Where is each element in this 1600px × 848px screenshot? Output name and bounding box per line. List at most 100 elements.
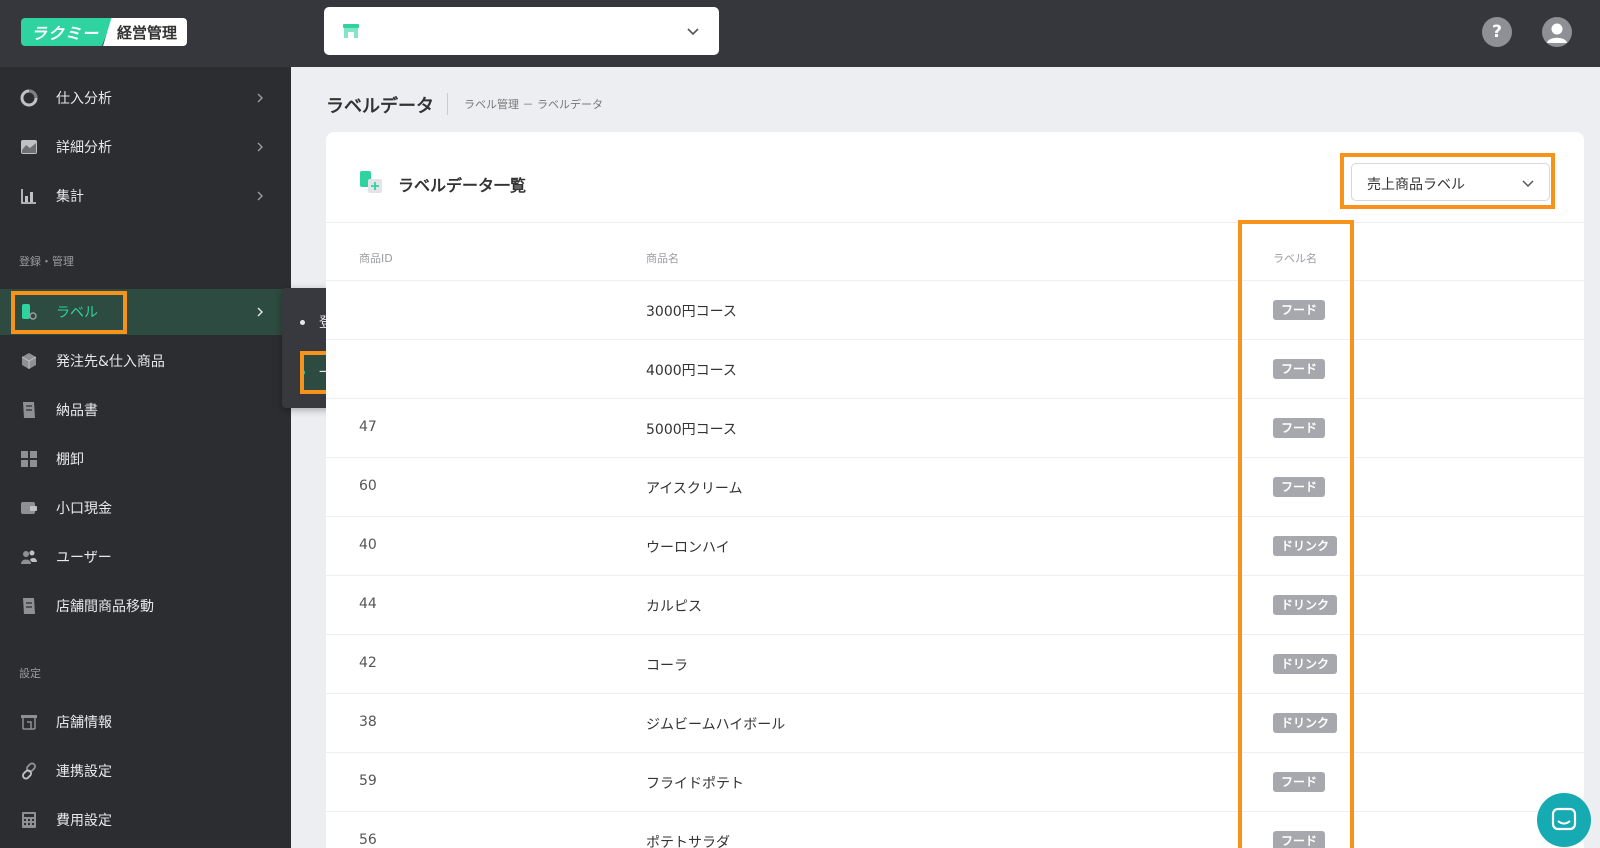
label-badge: ドリンク (1273, 713, 1338, 733)
user-avatar-icon[interactable] (1542, 17, 1572, 47)
receipt-icon (23, 402, 35, 418)
sidebar-item-detail-analysis[interactable]: 詳細分析 (0, 124, 291, 170)
cell-product-name: コーラ (646, 658, 688, 674)
chevron-right-icon (257, 93, 263, 103)
label-data-card: ラベルデータ一覧 売上商品ラベル 商品ID 商品名 ラベル名 3000円コース … (326, 132, 1584, 848)
cell-product-name: 4000円コース (646, 363, 737, 379)
cell-product-id: 42 (359, 655, 377, 671)
section-label-manage: 登録・管理 (19, 255, 74, 268)
chat-support-button[interactable] (1537, 793, 1591, 847)
sidebar-item-label: 発注先&仕入商品 (56, 354, 165, 370)
chevron-right-icon (257, 191, 263, 201)
chevron-down-icon (687, 28, 699, 36)
chevron-right-icon (257, 142, 263, 152)
sidebar-item-petty-cash[interactable]: 小口現金 (0, 485, 291, 531)
column-header-product-id[interactable]: 商品ID (359, 250, 393, 266)
pie-chart-icon (20, 89, 38, 107)
sidebar-item-label: 小口現金 (56, 501, 112, 517)
card-header: ラベルデータ一覧 売上商品ラベル (326, 132, 1584, 223)
cell-product-name: 5000円コース (646, 422, 737, 438)
sidebar-item-label: 店舗情報 (56, 715, 112, 731)
wallet-icon (21, 502, 37, 514)
chevron-down-icon (1522, 180, 1534, 188)
cell-product-id: 38 (359, 714, 377, 730)
sidebar-item-label: 費用設定 (56, 813, 112, 829)
sidebar-item-label: 棚卸 (56, 452, 84, 468)
table-row[interactable]: 3000円コース フード (326, 280, 1584, 339)
cell-product-name: ウーロンハイ (646, 540, 730, 556)
label-badge: フード (1273, 418, 1326, 438)
sidebar-item-summary[interactable]: 集計 (0, 173, 291, 219)
page-title: ラベルデータ (326, 96, 434, 117)
section-label-settings: 設定 (19, 667, 41, 680)
store-icon (21, 715, 37, 730)
cell-product-name: ジムビームハイボール (646, 717, 786, 733)
breadcrumb: ラベル管理 － ラベルデータ (464, 98, 603, 111)
sidebar-item-label: 仕入分析 (56, 91, 112, 107)
sidebar-item-transfer[interactable]: 店舗間商品移動 (0, 583, 291, 629)
column-header-label-name[interactable]: ラベル名 (1273, 250, 1317, 266)
label-type-select-value: 売上商品ラベル (1367, 177, 1465, 193)
label-badge: ドリンク (1273, 654, 1338, 674)
sidebar-item-purchase-analysis[interactable]: 仕入分析 (0, 75, 291, 121)
label-badge: フード (1273, 359, 1326, 379)
sidebar-item-label: 連携設定 (56, 764, 112, 780)
store-icon (343, 24, 359, 38)
card-title: ラベルデータ一覧 (398, 176, 527, 195)
cell-product-id: 40 (359, 537, 377, 553)
store-select[interactable] (324, 7, 719, 55)
sidebar-item-users[interactable]: ユーザー (0, 534, 291, 580)
label-badge: フード (1273, 831, 1326, 848)
table-row[interactable]: 47 5000円コース フード (326, 398, 1584, 457)
label-type-select[interactable]: 売上商品ラベル (1351, 163, 1550, 201)
label-list-icon (360, 171, 382, 193)
top-bar: ラクミー 経営管理 ? (0, 0, 1600, 67)
table-row[interactable]: 59 フライドポテト フード (326, 752, 1584, 811)
app-logo[interactable]: ラクミー 経営管理 (21, 18, 188, 46)
table-row[interactable]: 40 ウーロンハイ ドリンク (326, 516, 1584, 575)
cell-product-name: アイスクリーム (646, 481, 743, 497)
sidebar-item-label: 店舗間商品移動 (56, 599, 154, 615)
cell-product-name: ポテトサラダ (646, 835, 730, 848)
sidebar-item-store-info[interactable]: 店舗情報 (0, 699, 291, 745)
sidebar-item-suppliers[interactable]: 発注先&仕入商品 (0, 338, 291, 384)
title-divider (447, 93, 448, 115)
table-row[interactable]: 44 カルピス ドリンク (326, 575, 1584, 634)
box-icon (21, 353, 37, 369)
cell-product-id: 59 (359, 773, 377, 789)
cell-product-name: フライドポテト (646, 776, 744, 792)
sidebar-item-delivery-slip[interactable]: 納品書 (0, 387, 291, 433)
label-badge: フード (1273, 300, 1326, 320)
label-badge: ドリンク (1273, 536, 1338, 556)
help-icon[interactable]: ? (1482, 17, 1512, 47)
logo-text-brand: ラクミー (21, 18, 114, 46)
logo-text-product: 経営管理 (103, 18, 188, 46)
table-row[interactable]: 38 ジムビームハイボール ドリンク (326, 693, 1584, 752)
sidebar-item-label: 集計 (56, 189, 84, 205)
label-badge: ドリンク (1273, 595, 1338, 615)
chat-icon (1551, 807, 1577, 831)
chevron-right-icon (257, 307, 263, 317)
tag-icon (22, 304, 37, 320)
bullet-icon (300, 319, 305, 325)
label-badge: フード (1273, 477, 1326, 497)
sidebar-item-label: 納品書 (56, 403, 98, 419)
label-badge: フード (1273, 772, 1326, 792)
sidebar-item-label: ユーザー (56, 550, 112, 566)
bar-chart-icon (21, 189, 36, 204)
users-icon (21, 550, 37, 564)
table-row[interactable]: 56 ポテトサラダ フード (326, 811, 1584, 848)
cell-product-id: 56 (359, 832, 377, 848)
cell-product-name: カルピス (646, 599, 702, 615)
sidebar-item-inventory[interactable]: 棚卸 (0, 436, 291, 482)
sidebar-item-integration[interactable]: 連携設定 (0, 748, 291, 794)
sidebar-item-cost-settings[interactable]: 費用設定 (0, 797, 291, 843)
cell-product-name: 3000円コース (646, 304, 737, 320)
sidebar-item-label: 詳細分析 (56, 140, 112, 156)
cell-product-id: 44 (359, 596, 377, 612)
table-row[interactable]: 42 コーラ ドリンク (326, 634, 1584, 693)
sidebar-item-label-management[interactable]: ラベル (0, 289, 291, 335)
table-row[interactable]: 60 アイスクリーム フード (326, 457, 1584, 516)
table-row[interactable]: 4000円コース フード (326, 339, 1584, 398)
column-header-product-name[interactable]: 商品名 (646, 250, 679, 266)
